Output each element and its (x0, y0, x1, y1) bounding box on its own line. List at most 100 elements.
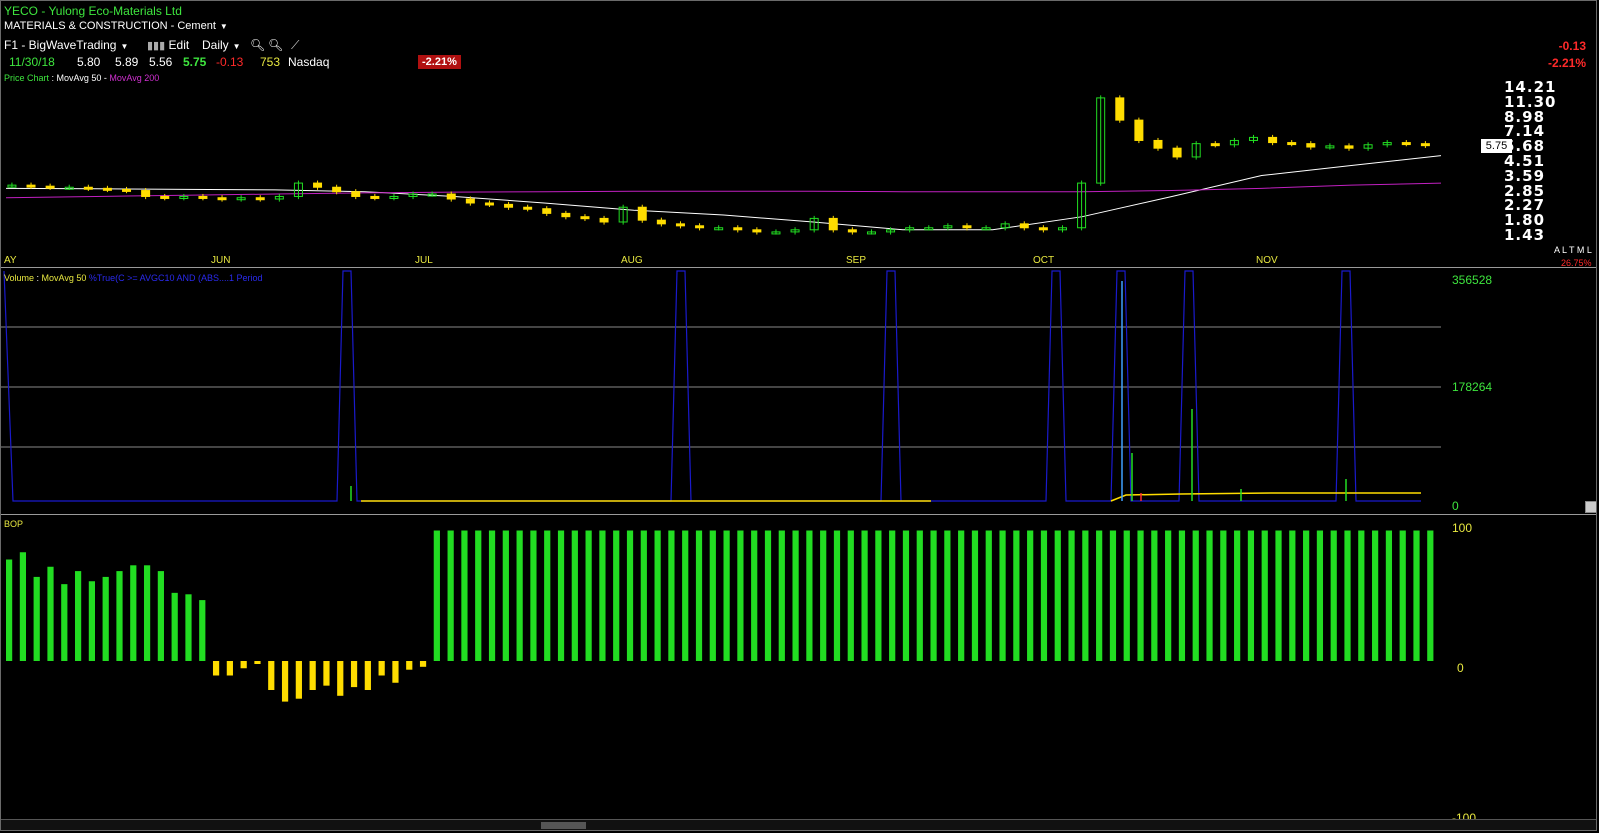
candle-body (83, 186, 93, 190)
bop-bar (1358, 530, 1365, 661)
pane-divider[interactable] (1, 267, 1596, 268)
candle-body (1172, 147, 1182, 158)
candle-body (504, 203, 514, 208)
bop-bar (337, 661, 344, 696)
bop-bar (1427, 530, 1434, 661)
bop-bar (1068, 530, 1075, 661)
bop-bar (323, 661, 330, 686)
candle-body (198, 195, 208, 199)
bop-bar (295, 661, 302, 699)
candle-body (847, 229, 857, 233)
candle-body (141, 190, 151, 197)
bop-bar (143, 565, 151, 661)
bop-bar (1054, 530, 1061, 661)
bop-bar (1096, 530, 1103, 661)
bop-bar (226, 661, 233, 676)
month-label: AY (4, 255, 17, 266)
bop-bar (847, 530, 854, 661)
bop-bar (544, 530, 551, 661)
volume-tick-max: 356528 (1452, 273, 1493, 287)
bop-bar (889, 530, 896, 661)
bop-bar (240, 661, 247, 669)
bop-bar (364, 661, 371, 690)
chart-canvas[interactable] (1, 1, 1597, 831)
bop-bar (971, 530, 979, 661)
bop-bar (1109, 530, 1117, 661)
bop-bar (88, 581, 95, 661)
bop-bar (350, 661, 358, 688)
candle-body (1038, 227, 1048, 231)
candle-body (1306, 143, 1316, 148)
candle-body (542, 208, 552, 214)
bop-bar (557, 530, 565, 661)
candle-body (1153, 139, 1163, 149)
bop-bar (1220, 530, 1227, 661)
volume-expr-line (3, 270, 1421, 502)
month-label: JUN (211, 255, 231, 266)
volume-legend-name: Volume (4, 273, 35, 283)
bop-bar (820, 530, 827, 661)
candle-body (313, 182, 323, 188)
month-label: JUL (415, 255, 433, 266)
candle-body (637, 206, 647, 221)
bop-bar (406, 661, 413, 670)
bop-bar (47, 566, 54, 661)
candle-body (484, 202, 494, 206)
bop-bar (281, 661, 289, 702)
bop-bar (433, 530, 440, 661)
scroll-box[interactable] (1585, 501, 1596, 513)
bop-bar (6, 559, 13, 661)
bop-bar (1344, 530, 1351, 661)
month-label: NOV (1256, 255, 1278, 266)
bop-bar (944, 530, 951, 661)
candle-body (733, 227, 743, 231)
bop-bar (1137, 530, 1144, 661)
bop-bar (1206, 530, 1213, 661)
bop-bar (1082, 530, 1089, 661)
bop-bar (916, 530, 923, 661)
candle-body (962, 225, 972, 229)
pane-divider[interactable] (1, 514, 1596, 515)
bop-bar (419, 661, 427, 667)
chart-window: YECO - Yulong Eco-Materials Ltd MATERIAL… (0, 0, 1597, 831)
scrollbar-thumb[interactable] (541, 822, 586, 829)
bop-bar (1247, 530, 1255, 661)
bop-bar (875, 530, 882, 661)
bop-bar (723, 530, 730, 661)
bop-bar (171, 592, 178, 661)
bop-bar (488, 530, 496, 661)
candle-body (1401, 142, 1411, 146)
candle-body (599, 217, 609, 223)
candle-body (523, 206, 533, 210)
volume-expr-legend: %True(C >= AVGC10 AND (ABS....1 Period (88, 273, 263, 283)
bop-bar (116, 571, 123, 661)
candle-body (446, 193, 456, 200)
bop-bar (461, 530, 468, 661)
bop-bar (626, 530, 634, 661)
bop-bar (130, 565, 137, 661)
bop-bar (640, 530, 647, 661)
candle-body (695, 225, 705, 229)
bop-bar (902, 530, 910, 661)
bop-bar (212, 661, 220, 676)
candle-body (45, 185, 55, 189)
bop-bar (585, 530, 592, 661)
bop-bar (1123, 530, 1130, 661)
volume-legend: Volume : MovAvg 50 %True(C >= AVGC10 AND… (4, 273, 263, 283)
candle-body (255, 197, 265, 201)
bop-bar (19, 552, 27, 661)
bop-bar (571, 530, 578, 661)
scale-buttons[interactable]: A L T M L (1554, 245, 1592, 255)
bop-bar (668, 530, 675, 661)
horizontal-scrollbar[interactable] (1, 819, 1596, 830)
bop-bar (185, 594, 192, 661)
bop-bar (1151, 530, 1158, 661)
bop-bar (985, 530, 992, 661)
bop-bar (502, 530, 509, 661)
volume-ma-legend: MovAvg 50 (41, 273, 87, 283)
bop-bar (33, 576, 40, 661)
current-price-box: 5.75 (1481, 139, 1512, 153)
bop-bar (792, 530, 799, 661)
bop-bar (613, 530, 620, 661)
bop-bar (682, 530, 689, 661)
